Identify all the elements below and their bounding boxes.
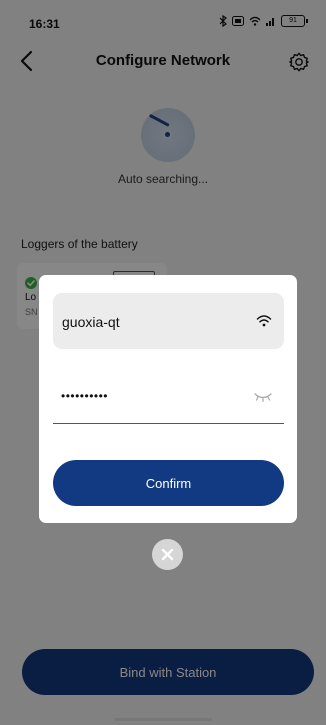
close-icon [161, 548, 174, 561]
ssid-value: guoxia-qt [62, 314, 120, 330]
confirm-button[interactable]: Confirm [53, 460, 284, 506]
eye-closed-icon[interactable] [254, 392, 272, 402]
wifi-credentials-dialog: guoxia-qt •••••••••• Confirm [39, 275, 297, 523]
ssid-field[interactable]: guoxia-qt [53, 293, 284, 349]
password-field[interactable]: •••••••••• [53, 375, 284, 424]
password-value: •••••••••• [61, 389, 109, 403]
wifi-icon[interactable] [256, 314, 272, 327]
home-indicator [114, 718, 212, 721]
close-dialog-button[interactable] [152, 539, 183, 570]
